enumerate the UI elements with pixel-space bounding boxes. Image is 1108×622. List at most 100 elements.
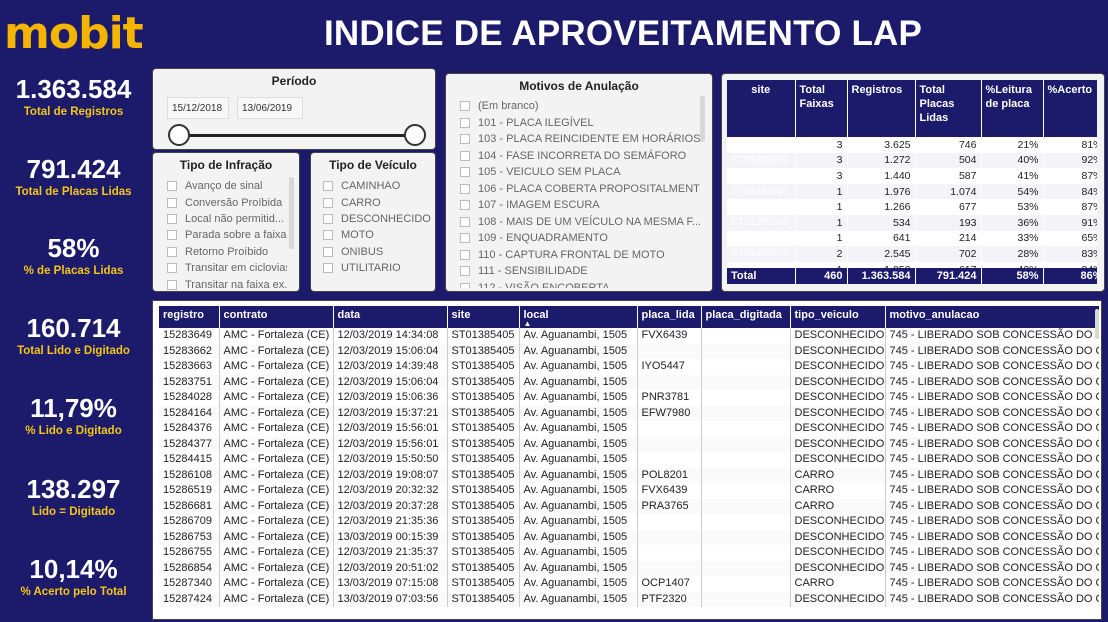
checkbox-icon[interactable]	[323, 230, 333, 241]
date-slider-track[interactable]	[178, 134, 416, 137]
date-slider-end-handle[interactable]	[404, 124, 426, 146]
table-row[interactable]: 15283649 AMC - Fortaleza (CE) 12/03/2019 1…	[159, 328, 1099, 344]
checkbox-icon[interactable]	[323, 263, 333, 274]
table-row[interactable]: ST01385039153419336%91%	[727, 214, 1097, 231]
checkbox-icon[interactable]	[460, 266, 470, 277]
motivos-option[interactable]: 101 - PLACA ILEGÍVEL	[460, 115, 700, 132]
column-header-site[interactable]: site	[447, 306, 520, 328]
date-slider-start-handle[interactable]	[168, 124, 190, 146]
checkbox-icon[interactable]	[167, 197, 177, 208]
column-header-motivo-anulacao[interactable]: motivo_anulacao	[885, 306, 1099, 328]
table-row[interactable]: 15284028 AMC - Fortaleza (CE) 12/03/2019 1…	[159, 390, 1099, 406]
table-row[interactable]: ST0138503031.44058741%87%	[727, 168, 1097, 184]
motivos-option[interactable]: 112 - VISÃO ENCOBERTA	[460, 280, 700, 288]
table-row[interactable]: 15286709 AMC - Fortaleza (CE) 12/03/2019 2…	[159, 514, 1099, 530]
column-header[interactable]: site	[727, 80, 796, 137]
table-row[interactable]: ST0138503511.9761.07454%84%	[727, 183, 1097, 200]
table-row[interactable]: 15286854 AMC - Fortaleza (CE) 12/03/2019 2…	[159, 560, 1099, 576]
checkbox-icon[interactable]	[460, 117, 470, 128]
table-row[interactable]: 15287424 AMC - Fortaleza (CE) 13/03/2019 0…	[159, 591, 1099, 607]
veiculo-option[interactable]: DESCONHECIDO	[323, 211, 433, 227]
table-row[interactable]: ST0138504222.54570228%83%	[727, 246, 1097, 262]
infracao-scrollbar[interactable]	[289, 177, 294, 249]
table-row[interactable]: 15284376 AMC - Fortaleza (CE) 12/03/2019 1…	[159, 421, 1099, 437]
checkbox-icon[interactable]	[460, 216, 470, 227]
checkbox-icon[interactable]	[460, 167, 470, 178]
checkbox-icon[interactable]	[167, 181, 177, 192]
infracao-option[interactable]: Transitar na faixa ex...	[167, 276, 287, 291]
motivos-option[interactable]: 103 - PLACA REINCIDENTE EM HORÁRIOS ...	[460, 131, 700, 148]
veiculo-option[interactable]: MOTO	[323, 227, 433, 243]
column-header-registro[interactable]: registro	[159, 306, 220, 328]
motivos-option[interactable]: 107 - IMAGEM ESCURA	[460, 197, 700, 214]
start-date-input[interactable]: 15/12/2018	[167, 97, 229, 119]
table-row[interactable]: 15286681 AMC - Fortaleza (CE) 12/03/2019 2…	[159, 498, 1099, 514]
table-row[interactable]: ST0138502931.27250440%92%	[727, 152, 1097, 169]
column-header-local[interactable]: local ▲	[519, 306, 638, 328]
table-row[interactable]: 15287340 AMC - Fortaleza (CE) 13/03/2019 0…	[159, 576, 1099, 592]
veiculo-option[interactable]: CARRO	[323, 194, 433, 210]
table-row[interactable]: 15284415 AMC - Fortaleza (CE) 12/03/2019 1…	[159, 452, 1099, 468]
checkbox-icon[interactable]	[460, 101, 470, 112]
checkbox-icon[interactable]	[167, 279, 177, 290]
table-row[interactable]: 15286519 AMC - Fortaleza (CE) 12/03/2019 2…	[159, 483, 1099, 499]
checkbox-icon[interactable]	[460, 183, 470, 194]
veiculo-option[interactable]: CAMINHAO	[323, 178, 433, 194]
checkbox-icon[interactable]	[323, 197, 333, 208]
table-row[interactable]: 15284164 AMC - Fortaleza (CE) 12/03/2019 1…	[159, 405, 1099, 421]
table-row[interactable]: 15286108 AMC - Fortaleza (CE) 12/03/2019 1…	[159, 467, 1099, 483]
motivos-option[interactable]: 110 - CAPTURA FRONTAL DE MOTO	[460, 247, 700, 264]
table-row[interactable]: 15284377 AMC - Fortaleza (CE) 12/03/2019 1…	[159, 436, 1099, 452]
table-row[interactable]: 15283751 AMC - Fortaleza (CE) 12/03/2019 1…	[159, 374, 1099, 390]
checkbox-icon[interactable]	[460, 233, 470, 244]
end-date-input[interactable]: 13/06/2019	[237, 97, 303, 119]
table-row[interactable]: 15286755 AMC - Fortaleza (CE) 12/03/2019 2…	[159, 545, 1099, 561]
column-header-contrato[interactable]: contrato	[219, 306, 334, 328]
column-header[interactable]: Registros	[847, 80, 916, 137]
checkbox-icon[interactable]	[167, 263, 177, 274]
infracao-option[interactable]: Conversão Proíbida	[167, 194, 287, 210]
checkbox-icon[interactable]	[460, 200, 470, 211]
infracao-option[interactable]: Retorno Proíbido	[167, 244, 287, 260]
motivos-scrollbar[interactable]	[700, 96, 705, 142]
table-row[interactable]: ST0138503611.26667753%87%	[727, 199, 1097, 215]
infracao-option[interactable]: Parada sobre a faixa	[167, 227, 287, 243]
column-header-tipo-veiculo[interactable]: tipo_veiculo	[790, 306, 886, 328]
table-row[interactable]: 15286753 AMC - Fortaleza (CE) 13/03/2019 0…	[159, 529, 1099, 545]
motivos-option[interactable]: (Em branco)	[460, 98, 700, 115]
checkbox-icon[interactable]	[460, 282, 470, 288]
column-header[interactable]: %Acerto	[1043, 80, 1097, 137]
motivos-option[interactable]: 111 - SENSIBILIDADE	[460, 263, 700, 280]
checkbox-icon[interactable]	[167, 230, 177, 241]
infracao-option[interactable]: Local não permitid...	[167, 211, 287, 227]
motivos-option[interactable]: 104 - FASE INCORRETA DO SEMÁFORO	[460, 148, 700, 165]
veiculo-option[interactable]: ONIBUS	[323, 244, 433, 260]
table-row[interactable]: 15283663 AMC - Fortaleza (CE) 12/03/2019 1…	[159, 359, 1099, 375]
checkbox-icon[interactable]	[323, 181, 333, 192]
infracao-option[interactable]: Avanço de sinal	[167, 178, 287, 194]
motivos-option[interactable]: 106 - PLACA COBERTA PROPOSITALMENTE	[460, 181, 700, 198]
infracao-option[interactable]: Transitar em ciclovias	[167, 260, 287, 276]
table-row[interactable]: ST0138502833.62574621%81%	[727, 137, 1097, 153]
table-row[interactable]: 15283662 AMC - Fortaleza (CE) 12/03/2019 1…	[159, 343, 1099, 359]
column-header-data[interactable]: data	[333, 306, 448, 328]
column-header[interactable]: Total Faixas	[795, 80, 848, 137]
motivos-option[interactable]: 109 - ENQUADRAMENTO	[460, 230, 700, 247]
checkbox-icon[interactable]	[323, 213, 333, 224]
checkbox-icon[interactable]	[460, 150, 470, 161]
motivos-option[interactable]: 108 - MAIS DE UM VEÍCULO NA MESMA F...	[460, 214, 700, 231]
veiculo-option[interactable]: UTILITARIO	[323, 260, 433, 276]
table-row[interactable]: ST01385040164121433%65%	[727, 230, 1097, 247]
checkbox-icon[interactable]	[460, 249, 470, 260]
checkbox-icon[interactable]	[167, 213, 177, 224]
column-header[interactable]: Total Placas Lidas	[915, 80, 982, 137]
checkbox-icon[interactable]	[460, 134, 470, 145]
checkbox-icon[interactable]	[167, 246, 177, 257]
column-header-placa-lida[interactable]: placa_lida	[637, 306, 702, 328]
sort-ascending-icon[interactable]: ▲	[524, 319, 532, 328]
column-header[interactable]: %Leitura de placa	[981, 80, 1044, 137]
column-header-placa-digitada[interactable]: placa_digitada	[701, 306, 791, 328]
motivos-option[interactable]: 105 - VEICULO SEM PLACA	[460, 164, 700, 181]
checkbox-icon[interactable]	[323, 246, 333, 257]
detail-table-scrollbar[interactable]	[1095, 309, 1099, 339]
